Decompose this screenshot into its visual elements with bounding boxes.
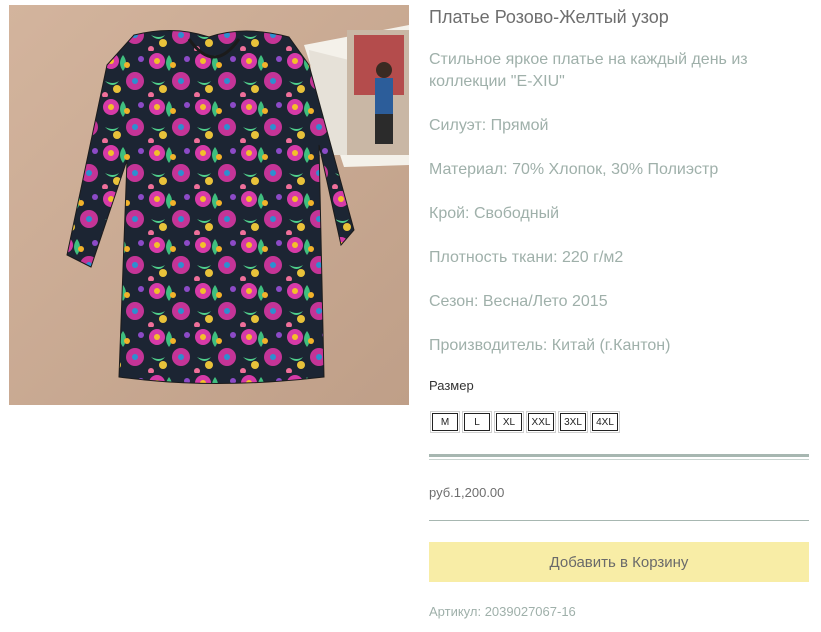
attribute-silhouette: Силуэт: Прямой <box>429 117 549 134</box>
size-option-3xl[interactable]: 3XL <box>558 411 588 433</box>
size-label: Размер <box>429 378 474 393</box>
divider <box>429 459 809 460</box>
size-option-xxl[interactable]: XXL <box>526 411 556 433</box>
attribute-manufacturer: Производитель: Китай (г.Кантон) <box>429 337 671 354</box>
attribute-cut: Крой: Свободный <box>429 205 560 222</box>
product-photo[interactable] <box>9 5 409 405</box>
size-option-xl[interactable]: XL <box>494 411 524 433</box>
attribute-season: Сезон: Весна/Лето 2015 <box>429 293 608 310</box>
size-option-l[interactable]: L <box>462 411 492 433</box>
attribute-material: Материал: 70% Хлопок, 30% Полиэстр <box>429 161 719 178</box>
product-page: Платье Розово-Желтый узор Стильное яркое… <box>0 0 821 632</box>
size-option-m[interactable]: M <box>430 411 460 433</box>
product-description: Стильное яркое платье на каждый день из … <box>429 51 748 90</box>
product-price: руб.1,200.00 <box>429 485 505 500</box>
divider <box>429 454 809 457</box>
add-to-cart-button[interactable]: Добавить в Корзину <box>429 542 809 582</box>
attribute-density: Плотность ткани: 220 г/м2 <box>429 249 624 266</box>
size-options: M L XL XXL 3XL 4XL <box>430 411 620 433</box>
product-title: Платье Розово-Желтый узор <box>429 7 669 27</box>
divider <box>429 520 809 521</box>
dress-image <box>9 5 409 405</box>
product-sku: Артикул: 2039027067-16 <box>429 604 576 619</box>
size-option-4xl[interactable]: 4XL <box>590 411 620 433</box>
